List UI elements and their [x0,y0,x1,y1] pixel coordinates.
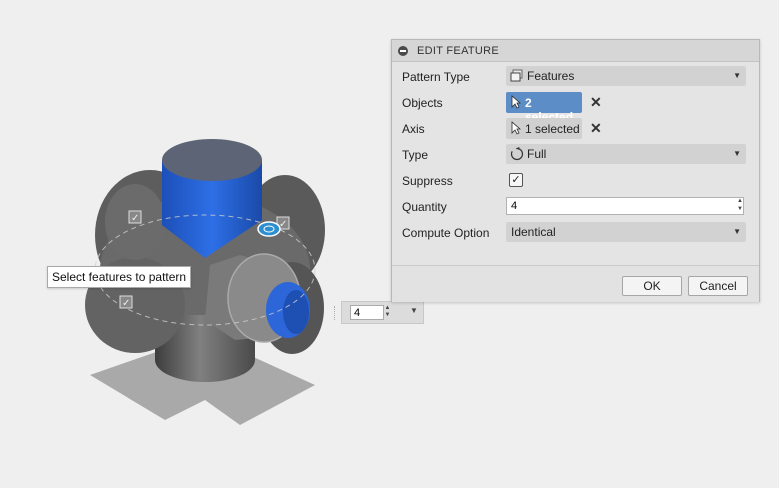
row-compute-option: Compute Option Identical ▼ [392,220,759,246]
axis-label: Axis [402,122,425,136]
collapse-icon[interactable] [398,45,408,56]
ok-button[interactable]: OK [622,276,682,296]
cursor-arrow-icon [511,121,521,135]
compute-option-value: Identical [511,225,556,239]
pattern-type-value: Features [527,69,575,83]
viewport-checkbox-left[interactable]: ✓ [128,210,142,224]
row-axis: Axis 1 selected ✕ [392,116,759,142]
type-label: Type [402,148,429,162]
edit-feature-dialog: EDIT FEATURE Pattern Type Features ▼ Obj… [391,39,760,302]
cancel-button[interactable]: Cancel [688,276,748,296]
suppress-checkbox[interactable]: ✓ [509,173,523,187]
dialog-header[interactable]: EDIT FEATURE [392,40,759,62]
drag-handle[interactable] [334,306,338,320]
full-rotation-icon [510,147,524,161]
svg-text:✓: ✓ [122,298,130,309]
features-icon [510,69,523,82]
row-type: Type Full ▼ [392,142,759,168]
viewport-quantity-spinner[interactable]: ▲ ▼ [383,305,392,320]
selected-top-face[interactable] [162,139,262,181]
chevron-down-icon: ▼ [733,227,741,236]
compute-option-label: Compute Option [402,226,490,240]
objects-select-button[interactable]: 2 selected [506,92,582,124]
bore-inner [283,290,309,334]
clear-axis-icon[interactable]: ✕ [590,120,602,137]
type-select[interactable]: Full ▼ [506,144,746,164]
selection-tooltip: Select features to pattern [47,266,192,288]
cursor-arrow-icon [511,95,521,109]
row-quantity: Quantity ▲▼ [392,194,759,220]
axis-select-button[interactable]: 1 selected [506,118,582,139]
svg-text:✓: ✓ [131,213,139,224]
objects-label: Objects [402,96,443,110]
pattern-type-label: Pattern Type [402,70,470,84]
quantity-stepper[interactable]: ▲ ▼ [737,197,745,215]
chevron-down-icon[interactable]: ▼ [410,306,418,315]
row-pattern-type: Pattern Type Features ▼ [392,64,759,90]
axis-manipulator-icon[interactable] [257,221,281,237]
dialog-title: EDIT FEATURE [417,44,500,57]
viewport-checkbox-lower[interactable]: ✓ [119,295,133,309]
clear-objects-icon[interactable]: ✕ [590,94,602,111]
row-objects: Objects 2 selected ✕ [392,90,759,124]
pattern-type-select[interactable]: Features ▼ [506,66,746,86]
dialog-footer: OK Cancel [392,265,759,302]
row-suppress: Suppress ✓ [392,168,759,194]
quantity-input[interactable] [506,197,744,215]
type-value: Full [527,147,547,161]
quantity-label: Quantity [402,200,447,214]
compute-option-select[interactable]: Identical ▼ [506,222,746,242]
viewport-quantity-control[interactable]: ▲▼ ▼ [334,301,424,324]
chevron-down-icon: ▼ [733,71,741,80]
chevron-down-icon: ▼ [733,149,741,158]
viewport-quantity-input[interactable] [350,305,384,320]
suppress-label: Suppress [402,174,453,188]
axis-value: 1 selected [525,122,580,136]
